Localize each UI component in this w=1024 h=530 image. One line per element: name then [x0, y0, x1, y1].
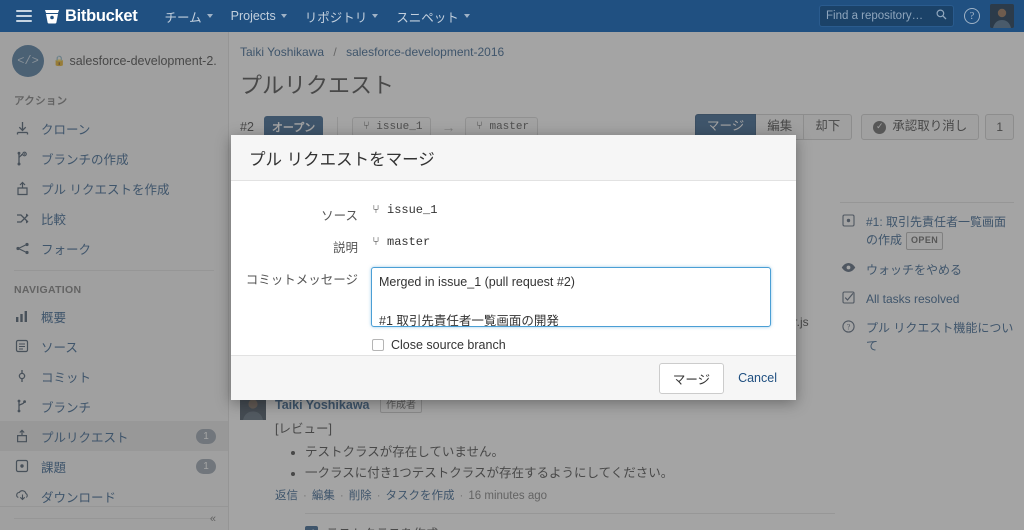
nav-item-projects-label: Projects — [230, 9, 276, 23]
close-source-branch-row[interactable]: Close source branch — [371, 338, 774, 352]
close-source-branch-checkbox[interactable] — [372, 339, 384, 351]
bitbucket-bucket-icon — [44, 8, 60, 25]
dialog-footer: マージ Cancel — [231, 355, 796, 400]
chevron-down-icon — [280, 14, 287, 18]
chevron-down-icon — [372, 14, 379, 18]
form-row-source: ソース ⑂ issue_1 — [231, 203, 774, 224]
nav-item-snippets[interactable]: スニペット — [387, 0, 479, 32]
branch-icon: ⑂ — [372, 203, 380, 217]
merge-pull-request-dialog: プル リクエストをマージ ソース ⑂ issue_1 説明 ⑂ master コ… — [231, 135, 796, 400]
nav-item-teams[interactable]: チーム — [155, 0, 221, 32]
nav-item-projects[interactable]: Projects — [222, 0, 296, 32]
form-row-description: 説明 ⑂ master — [231, 235, 774, 256]
dialog-header: プル リクエストをマージ — [231, 135, 796, 181]
source-field-label: ソース — [321, 209, 358, 223]
search-input[interactable]: Find a repository… — [819, 5, 954, 27]
avatar[interactable] — [990, 4, 1014, 28]
dialog-body: ソース ⑂ issue_1 説明 ⑂ master コミットメッセージ C — [231, 181, 796, 355]
nav-item-teams-label: チーム — [164, 10, 202, 25]
description-field-value: ⑂ master — [371, 235, 430, 249]
close-source-branch-label: Close source branch — [391, 338, 506, 352]
hamburger-menu-icon[interactable] — [16, 10, 32, 22]
help-icon[interactable]: ? — [964, 8, 980, 24]
top-navigation-right: Find a repository… ? — [819, 4, 1014, 28]
bitbucket-logo-link[interactable]: Bitbucket — [44, 6, 138, 26]
nav-item-repositories[interactable]: リポジトリ — [296, 0, 388, 32]
commit-message-textarea[interactable] — [371, 267, 771, 327]
help-icon-label: ? — [969, 10, 975, 22]
source-field-value: ⑂ issue_1 — [371, 203, 437, 217]
description-field-value-label: master — [387, 235, 431, 249]
source-field-value-label: issue_1 — [387, 203, 438, 217]
dialog-title: プル リクエストをマージ — [249, 150, 435, 169]
description-field-label: 説明 — [332, 241, 358, 255]
top-navigation-bar: Bitbucket チーム Projects リポジトリ スニペット Find … — [0, 0, 1024, 32]
nav-item-repositories-label: リポジトリ — [304, 10, 368, 25]
dialog-cancel-link[interactable]: Cancel — [738, 371, 777, 385]
branch-icon: ⑂ — [372, 235, 380, 249]
search-placeholder: Find a repository… — [826, 10, 924, 22]
dialog-merge-button[interactable]: マージ — [658, 362, 725, 394]
chevron-down-icon — [463, 14, 470, 18]
commit-message-label: コミットメッセージ — [245, 273, 358, 287]
search-icon — [936, 7, 947, 25]
brand-name: Bitbucket — [65, 6, 138, 25]
form-row-commit-message: コミットメッセージ — [231, 267, 774, 327]
chevron-down-icon — [206, 14, 213, 18]
nav-item-snippets-label: スニペット — [396, 10, 459, 25]
